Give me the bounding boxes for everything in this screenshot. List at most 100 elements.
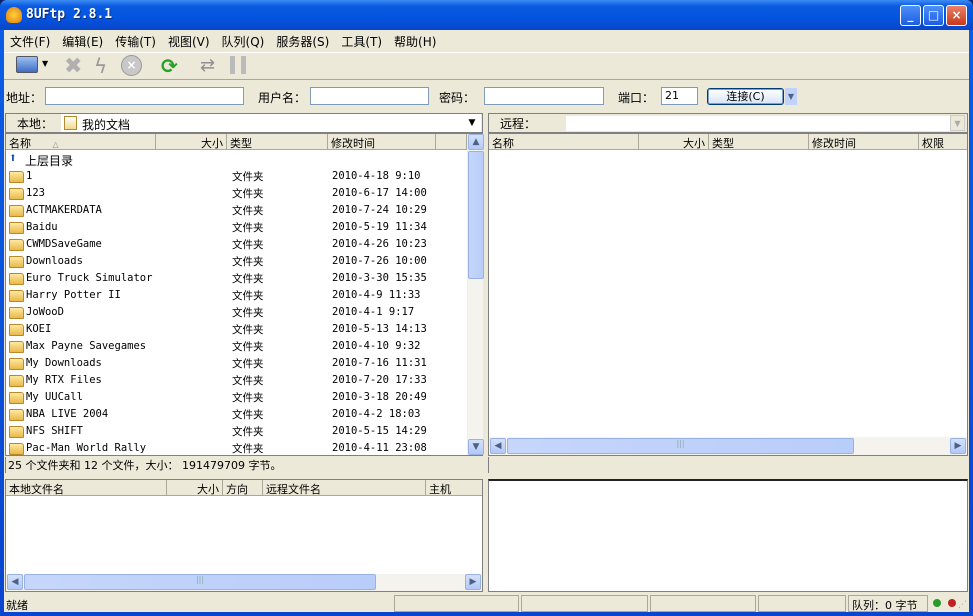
table-row[interactable]: Pac-Man World Rally 文件夹 2010-4-11 23:08 <box>6 440 467 455</box>
remote-column-permissions[interactable]: 权限 <box>919 134 967 150</box>
file-type: 文件夹 <box>232 307 264 319</box>
file-name: Euro Truck Simulator <box>26 272 153 284</box>
remote-label: 远程： <box>500 117 537 131</box>
file-name: 123 <box>26 187 45 199</box>
menu-item[interactable]: 文件(F) <box>4 30 56 50</box>
remote-column-modified[interactable]: 修改时间 <box>809 134 919 150</box>
pause-icon[interactable] <box>230 56 246 74</box>
menu-item[interactable]: 视图(V) <box>162 30 216 50</box>
local-column-header: 名称 △ 大小 类型 修改时间 <box>6 134 467 150</box>
username-input[interactable] <box>310 87 429 105</box>
file-type: 文件夹 <box>232 392 264 404</box>
queue-column-direction[interactable]: 方向 <box>223 480 263 496</box>
table-row[interactable]: CWMDSaveGame 文件夹 2010-4-26 10:23 <box>6 236 467 253</box>
address-input[interactable] <box>45 87 244 105</box>
queue-horizontal-scrollbar[interactable]: ◀ ||| ▶ <box>6 574 482 591</box>
table-row[interactable]: 1 文件夹 2010-4-18 9:10 <box>6 168 467 185</box>
scroll-thumb[interactable]: ||| <box>24 574 376 590</box>
remote-column-size[interactable]: 大小 <box>639 134 709 150</box>
parent-directory-row[interactable]: ⬆ 上层目录 <box>6 151 467 168</box>
file-name: My RTX Files <box>26 374 102 386</box>
local-path-dropdown-icon[interactable]: ▼ <box>464 116 480 131</box>
table-row[interactable]: Max Payne Savegames 文件夹 2010-4-10 9:32 <box>6 338 467 355</box>
resize-grip-icon[interactable]: ⋰ <box>958 600 967 610</box>
transfer-icon[interactable]: ⇄ <box>200 55 215 76</box>
scroll-up-icon[interactable]: ▲ <box>468 134 484 150</box>
file-modified: 2010-7-26 10:00 <box>332 255 427 267</box>
folder-icon <box>9 205 24 217</box>
file-name: Harry Potter II <box>26 289 121 301</box>
file-name: Pac-Man World Rally <box>26 442 147 454</box>
folder-icon <box>9 443 24 455</box>
menu-item[interactable]: 帮助(H) <box>388 30 442 50</box>
maximize-button[interactable]: □ <box>923 5 944 26</box>
port-label: 端口： <box>618 91 655 105</box>
scroll-left-icon[interactable]: ◀ <box>490 438 506 454</box>
folder-icon <box>9 375 24 387</box>
password-input[interactable] <box>484 87 604 105</box>
scroll-left-icon[interactable]: ◀ <box>7 574 23 590</box>
table-row[interactable]: Downloads 文件夹 2010-7-26 10:00 <box>6 253 467 270</box>
remote-horizontal-scrollbar[interactable]: ◀ ||| ▶ <box>489 437 967 455</box>
table-row[interactable]: NFS SHIFT 文件夹 2010-5-15 14:29 <box>6 423 467 440</box>
queue-column-size[interactable]: 大小 <box>167 480 223 496</box>
table-row[interactable]: KOEI 文件夹 2010-5-13 14:13 <box>6 321 467 338</box>
menu-item[interactable]: 编辑(E) <box>56 30 109 50</box>
menu-item[interactable]: 工具(T) <box>335 30 388 50</box>
local-path-select[interactable]: 我的文档 <box>61 114 481 132</box>
connect-dropdown-icon[interactable]: ▼ <box>42 59 48 68</box>
menu-item[interactable]: 队列(Q) <box>216 30 271 50</box>
table-row[interactable]: NBA LIVE 2004 文件夹 2010-4-2 18:03 <box>6 406 467 423</box>
table-row[interactable]: My UUCall 文件夹 2010-3-18 20:49 <box>6 389 467 406</box>
table-row[interactable]: My Downloads 文件夹 2010-7-16 11:31 <box>6 355 467 372</box>
scroll-right-icon[interactable]: ▶ <box>465 574 481 590</box>
username-label: 用户名： <box>258 91 307 105</box>
table-row[interactable]: JoWooD 文件夹 2010-4-1 9:17 <box>6 304 467 321</box>
file-type: 文件夹 <box>232 239 264 251</box>
scroll-down-icon[interactable]: ▼ <box>468 439 484 455</box>
column-name[interactable]: 名称 △ <box>6 134 156 150</box>
remote-path-select[interactable] <box>566 116 950 131</box>
column-type[interactable]: 类型 <box>227 134 328 150</box>
remote-column-type[interactable]: 类型 <box>709 134 809 150</box>
quick-connect-icon[interactable]: ϟ <box>94 54 107 78</box>
scroll-thumb[interactable] <box>468 151 484 279</box>
queue-column-local[interactable]: 本地文件名 <box>6 480 167 496</box>
table-row[interactable]: Harry Potter II 文件夹 2010-4-9 11:33 <box>6 287 467 304</box>
queue-column-host[interactable]: 主机 <box>426 480 482 496</box>
disconnect-icon[interactable]: ✖ <box>64 54 82 79</box>
queue-column-remote[interactable]: 远程文件名 <box>263 480 426 496</box>
parent-directory-icon: ⬆ <box>9 151 17 166</box>
file-type: 文件夹 <box>232 256 264 268</box>
table-row[interactable]: Euro Truck Simulator 文件夹 2010-3-30 15:35 <box>6 270 467 287</box>
port-input[interactable]: 21 <box>661 87 698 105</box>
column-modified[interactable]: 修改时间 <box>328 134 436 150</box>
password-label: 密码： <box>439 91 476 105</box>
file-type: 文件夹 <box>232 273 264 285</box>
connect-button[interactable]: 连接(C) <box>707 88 784 105</box>
menu-item[interactable]: 传输(T) <box>109 30 162 50</box>
table-row[interactable]: Baidu 文件夹 2010-5-19 11:34 <box>6 219 467 236</box>
file-name: Max Payne Savegames <box>26 340 147 352</box>
local-vertical-scrollbar[interactable]: ▲ ▼ <box>467 134 484 455</box>
menu-item[interactable]: 服务器(S) <box>270 30 335 50</box>
remote-column-name[interactable]: 名称 <box>489 134 639 150</box>
toolbar <box>4 52 969 80</box>
file-type: 文件夹 <box>232 341 264 353</box>
connect-options-icon[interactable]: ▼ <box>785 88 797 105</box>
scroll-right-icon[interactable]: ▶ <box>950 438 966 454</box>
file-type: 文件夹 <box>232 375 264 387</box>
minimize-button[interactable]: _ <box>900 5 921 26</box>
scroll-thumb[interactable]: ||| <box>507 438 854 454</box>
connect-icon[interactable] <box>16 56 38 73</box>
table-row[interactable]: My RTX Files 文件夹 2010-7-20 17:33 <box>6 372 467 389</box>
table-row[interactable]: ACTMAKERDATA 文件夹 2010-7-24 10:29 <box>6 202 467 219</box>
table-row[interactable]: 123 文件夹 2010-6-17 14:00 <box>6 185 467 202</box>
close-button[interactable]: × <box>946 5 967 26</box>
remote-path-dropdown-icon[interactable]: ▼ <box>950 115 965 131</box>
status-text: 就绪 <box>6 599 28 612</box>
file-name: My Downloads <box>26 357 102 369</box>
stop-icon[interactable]: × <box>121 55 142 76</box>
refresh-icon[interactable]: ⟳ <box>161 54 178 78</box>
column-size[interactable]: 大小 <box>156 134 227 150</box>
